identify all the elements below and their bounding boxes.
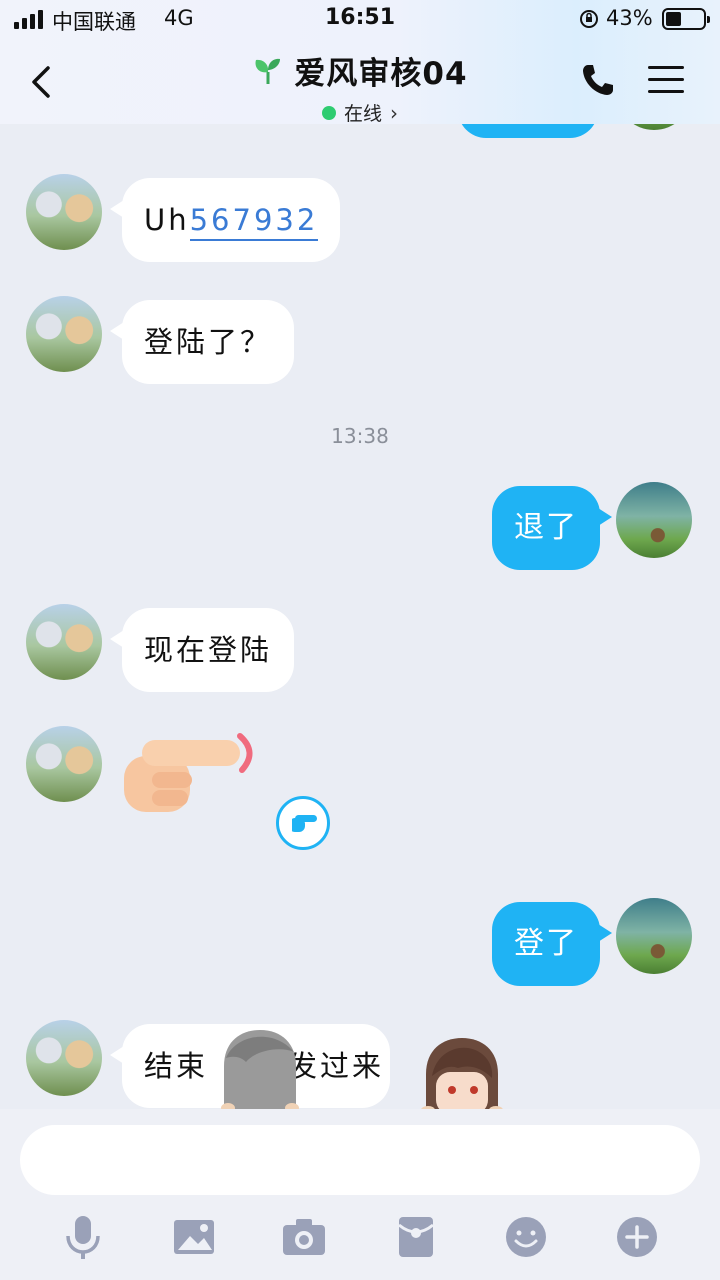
message-input[interactable] — [20, 1125, 700, 1195]
microphone-icon[interactable] — [59, 1213, 107, 1261]
contact-name: 爱风审核04 — [294, 56, 468, 92]
sprout-icon — [255, 58, 281, 84]
message-text: 登陆了？ — [144, 325, 273, 359]
composer-bar — [0, 1109, 720, 1280]
contact-avatar[interactable] — [26, 604, 102, 680]
message-bubble[interactable]: 现在登陆 — [109, 608, 295, 692]
my-avatar[interactable] — [616, 898, 692, 974]
message-bubble[interactable]: 登了 — [492, 902, 612, 986]
message-text: 现在登陆 — [144, 633, 273, 667]
message-text: Uh — [144, 203, 190, 237]
emoji-icon[interactable] — [502, 1213, 550, 1261]
status-bar: 中国联通 4G 16:51 43% — [0, 0, 720, 40]
presence-status[interactable]: 在线 › — [321, 99, 398, 126]
rotation-lock-icon — [580, 10, 598, 28]
composer-toolbar — [0, 1213, 720, 1261]
battery-percent: 43% — [606, 6, 653, 30]
message-bubble[interactable]: 退了 — [492, 486, 612, 570]
camera-icon[interactable] — [280, 1213, 328, 1261]
top-bar: 中国联通 4G 16:51 43% 爱风审核04 在线 › — [0, 0, 720, 126]
message-text-start: 结束 — [144, 1049, 209, 1083]
message-text: 退了 — [514, 510, 578, 545]
plus-icon[interactable] — [613, 1213, 661, 1261]
sticker-reaction-icon[interactable] — [276, 796, 330, 850]
message-list[interactable]: Uh567932 登陆了？ 13:38 退了 现在登陆 登了 结束发过来 — [0, 124, 720, 1109]
pointing-finger-sticker[interactable] — [122, 732, 262, 812]
menu-button[interactable] — [648, 66, 684, 96]
contact-avatar[interactable] — [26, 174, 102, 250]
phone-call-button[interactable] — [580, 62, 616, 98]
red-packet-icon[interactable] — [392, 1213, 440, 1261]
image-icon[interactable] — [170, 1213, 218, 1261]
chat-title[interactable]: 爱风审核04 — [252, 48, 467, 93]
online-dot-icon — [321, 105, 336, 120]
my-avatar[interactable] — [616, 482, 692, 558]
message-text-end: 发过来 — [288, 1049, 385, 1083]
chevron-right-icon: › — [390, 100, 398, 125]
message-bubble[interactable]: 登陆了？ — [109, 300, 295, 384]
contact-avatar[interactable] — [26, 726, 102, 802]
peeking-character-sticker — [221, 1030, 299, 1109]
contact-avatar[interactable] — [26, 1020, 102, 1096]
message-link[interactable]: 567932 — [189, 203, 319, 241]
message-bubble-partial[interactable] — [458, 124, 598, 138]
contact-avatar[interactable] — [26, 296, 102, 372]
peeking-anime-sticker — [421, 1038, 503, 1109]
my-avatar[interactable] — [616, 124, 692, 130]
message-timestamp: 13:38 — [331, 424, 389, 448]
presence-label: 在线 — [343, 103, 382, 125]
pointing-hand-icon — [289, 815, 317, 832]
message-bubble[interactable]: Uh567932 — [109, 178, 341, 262]
message-text: 登了 — [514, 926, 578, 961]
battery-icon — [662, 8, 710, 30]
